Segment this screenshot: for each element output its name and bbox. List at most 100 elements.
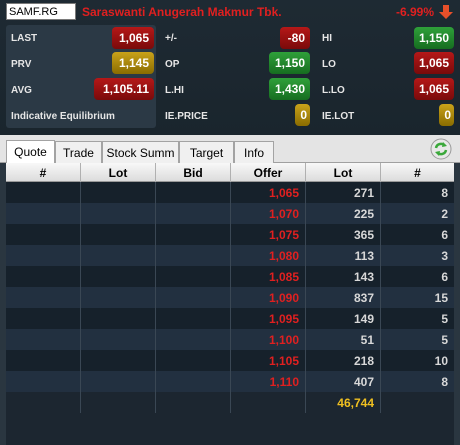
offer-count-cell: 8 [441, 186, 448, 200]
offer-price-cell: 1,065 [231, 182, 306, 203]
col-offer[interactable]: Offer [231, 163, 306, 182]
empty-cell [6, 371, 81, 392]
empty-cell [6, 392, 81, 413]
offer-price-cell: 1,085 [231, 266, 306, 287]
col-offer-count[interactable]: # [381, 163, 454, 182]
empty-cell [81, 371, 156, 392]
table-row: 1,080 113 3 [6, 245, 454, 266]
offer-price-cell: 1,080 [231, 245, 306, 266]
tab-trade[interactable]: Trade [55, 141, 102, 163]
offer-price-cell: 1,110 [231, 371, 306, 392]
empty-cell [6, 182, 81, 203]
empty-cell [156, 224, 231, 245]
price-panel-left: LAST 1,065 PRV 1,145 AVG 1,105.11 Indica… [6, 25, 156, 128]
tab-stock-summ[interactable]: Stock Summ [102, 141, 179, 163]
arrow-down-icon [439, 5, 453, 19]
tab-quote[interactable]: Quote [6, 140, 55, 163]
ie-lot-value: 0 [439, 104, 454, 126]
offer-lot-cell: 143 [306, 266, 381, 287]
table-row: 1,095 149 5 [6, 308, 454, 329]
ie-price-value: 0 [295, 104, 310, 126]
last-label: LAST [11, 33, 38, 44]
empty-cell [6, 329, 81, 350]
empty-cell [6, 350, 81, 371]
offer-count-cell: 6 [441, 270, 448, 284]
limit-low-label: L.LO [322, 85, 345, 96]
change-percent: -6.99% [395, 5, 434, 19]
offer-price-cell: 1,070 [231, 203, 306, 224]
table-row: 1,105 218 10 [6, 350, 454, 371]
empty-cell [81, 245, 156, 266]
ie-lot-label: IE.LOT [322, 111, 355, 122]
offer-count-cell: 8 [441, 375, 448, 389]
offer-price-cell: 1,105 [231, 350, 306, 371]
empty-cell [6, 308, 81, 329]
empty-cell [6, 266, 81, 287]
low-value: 1,065 [414, 52, 454, 74]
empty-cell [156, 287, 231, 308]
limit-low-value: 1,065 [414, 78, 454, 100]
prv-value: 1,145 [112, 52, 154, 74]
empty-cell [156, 245, 231, 266]
table-row: 1,070 225 2 [6, 203, 454, 224]
order-book-table: # Lot Bid Offer Lot # 1,065 271 8 1,070 225 2… [6, 163, 454, 445]
empty-cell [6, 203, 81, 224]
empty-cell [81, 266, 156, 287]
stock-code-input[interactable] [6, 3, 76, 20]
offer-lot-cell: 113 [306, 245, 381, 266]
offer-lot-cell: 271 [306, 182, 381, 203]
empty-cell [156, 203, 231, 224]
ie-price-label: IE.PRICE [165, 111, 208, 122]
quote-header: Saraswanti Anugerah Makmur Tbk. -6.99% L… [0, 0, 460, 135]
total-row: 46,744 [6, 392, 454, 413]
table-row: 1,110 407 8 [6, 371, 454, 392]
avg-value: 1,105.11 [94, 78, 154, 100]
offer-count-cell: 5 [441, 333, 448, 347]
last-value: 1,065 [112, 27, 154, 49]
table-row: 1,085 143 6 [6, 266, 454, 287]
empty-cell [156, 308, 231, 329]
offer-price-cell: 1,075 [231, 224, 306, 245]
offer-count-cell: 2 [441, 207, 448, 221]
indicative-equilibrium-label: Indicative Equilibrium [11, 111, 115, 122]
empty-cell [231, 392, 306, 413]
empty-cell [81, 350, 156, 371]
col-offer-lot[interactable]: Lot [306, 163, 381, 182]
table-row: 1,065 271 8 [6, 182, 454, 203]
offer-lot-cell: 837 [306, 287, 381, 308]
offer-lot-cell: 407 [306, 371, 381, 392]
offer-count-cell: 6 [441, 228, 448, 242]
offer-count-cell: 10 [434, 354, 448, 368]
col-bid-lot[interactable]: Lot [81, 163, 156, 182]
open-label: OP [165, 59, 180, 70]
limit-high-label: L.HI [165, 85, 184, 96]
empty-cell [81, 392, 156, 413]
empty-cell [156, 329, 231, 350]
empty-cell [81, 308, 156, 329]
offer-price-cell: 1,100 [231, 329, 306, 350]
change-label: +/- [165, 33, 177, 44]
empty-cell [81, 287, 156, 308]
tab-target[interactable]: Target [179, 141, 234, 163]
offer-price-cell: 1,095 [231, 308, 306, 329]
empty-cell [156, 350, 231, 371]
total-offer-lot-cell: 46,744 [306, 392, 381, 413]
empty-cell [6, 245, 81, 266]
table-row: 1,100 51 5 [6, 329, 454, 350]
empty-cell [81, 224, 156, 245]
offer-lot-cell: 218 [306, 350, 381, 371]
empty-cell [381, 392, 454, 413]
avg-label: AVG [11, 85, 32, 96]
offer-count-cell: 3 [441, 249, 448, 263]
col-bid-count[interactable]: # [6, 163, 81, 182]
col-bid[interactable]: Bid [156, 163, 231, 182]
low-label: LO [322, 59, 336, 70]
high-label: HI [322, 33, 332, 44]
offer-lot-cell: 225 [306, 203, 381, 224]
empty-cell [156, 182, 231, 203]
offer-price-cell: 1,090 [231, 287, 306, 308]
offer-lot-cell: 51 [306, 329, 381, 350]
refresh-icon[interactable] [430, 138, 452, 160]
empty-cell [81, 182, 156, 203]
tab-info[interactable]: Info [234, 141, 274, 163]
